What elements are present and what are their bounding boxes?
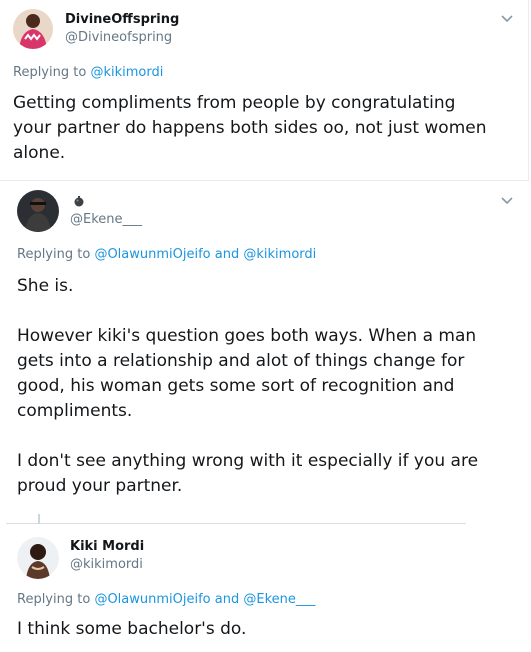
replying-to-prefix: Replying to — [17, 247, 91, 262]
display-name[interactable]: DivineOffspring — [65, 12, 179, 27]
tweet-text-line: I think some bachelor's do. — [17, 619, 247, 639]
avatar[interactable] — [17, 537, 59, 579]
replying-to: Replying to @OlawunmiOjeifo and @kikimor… — [17, 247, 316, 262]
tweet-text-line: gets into a relationship and alot of thi… — [17, 351, 465, 371]
chevron-down-icon[interactable] — [500, 196, 514, 206]
tweet-text: I think some bachelor's do. — [17, 617, 246, 642]
tweet-kikimordi: Kiki Mordi @kikimordi Replying to @Olawu… — [0, 527, 531, 652]
tweet-text-line: your partner do happens both sides oo, n… — [13, 118, 487, 138]
mention-link[interactable]: @OlawunmiOjeifo — [94, 592, 210, 607]
chevron-down-icon[interactable] — [500, 14, 514, 24]
divider — [6, 523, 466, 524]
replying-to-prefix: Replying to — [13, 65, 87, 80]
mention-link[interactable]: @OlawunmiOjeifo — [94, 247, 210, 262]
tweet-text-line: good, his woman gets some sort of recogn… — [17, 376, 455, 396]
username-handle[interactable]: @kikimordi — [70, 557, 143, 572]
tweet-text-line — [17, 299, 478, 324]
tweet-text-line: She is. — [17, 276, 74, 296]
replying-to-join[interactable]: and — [215, 247, 239, 262]
replying-to-prefix: Replying to — [17, 592, 91, 607]
tweet-text-line — [17, 424, 478, 449]
thread-line — [38, 514, 40, 524]
mention-link[interactable]: @kikimordi — [243, 247, 316, 262]
tweet-text-line: proud your partner. — [17, 476, 183, 496]
tweet-text: She is. However kiki's question goes bot… — [17, 274, 478, 499]
tweet-text-line: Getting compliments from people by congr… — [13, 93, 456, 113]
avatar[interactable] — [17, 190, 59, 232]
tweet-text-line: compliments. — [17, 401, 133, 421]
tweet-text-line: However kiki's question goes both ways. … — [17, 326, 477, 346]
tweet-divineoffspring: DivineOffspring @Divineofspring Replying… — [0, 0, 529, 181]
tweet-text-line: I don't see anything wrong with it espec… — [17, 451, 479, 471]
replying-to-join[interactable]: and — [215, 592, 239, 607]
replying-to: Replying to @OlawunmiOjeifo and @Ekene__… — [17, 592, 315, 607]
display-name[interactable]: Kiki Mordi — [70, 539, 144, 554]
username-handle[interactable]: @Ekene___ — [70, 212, 142, 227]
mention-link[interactable]: @kikimordi — [90, 65, 163, 80]
bomb-icon — [74, 196, 84, 207]
tweet-text-line: alone. — [13, 143, 66, 163]
mention-link[interactable]: @Ekene___ — [243, 592, 315, 607]
avatar[interactable] — [13, 9, 53, 49]
tweet-text: Getting compliments from people by congr… — [13, 91, 487, 166]
username-handle[interactable]: @Divineofspring — [65, 30, 172, 45]
replying-to: Replying to @kikimordi — [13, 65, 163, 80]
tweet-ekene: @Ekene___ Replying to @OlawunmiOjeifo an… — [0, 181, 531, 526]
